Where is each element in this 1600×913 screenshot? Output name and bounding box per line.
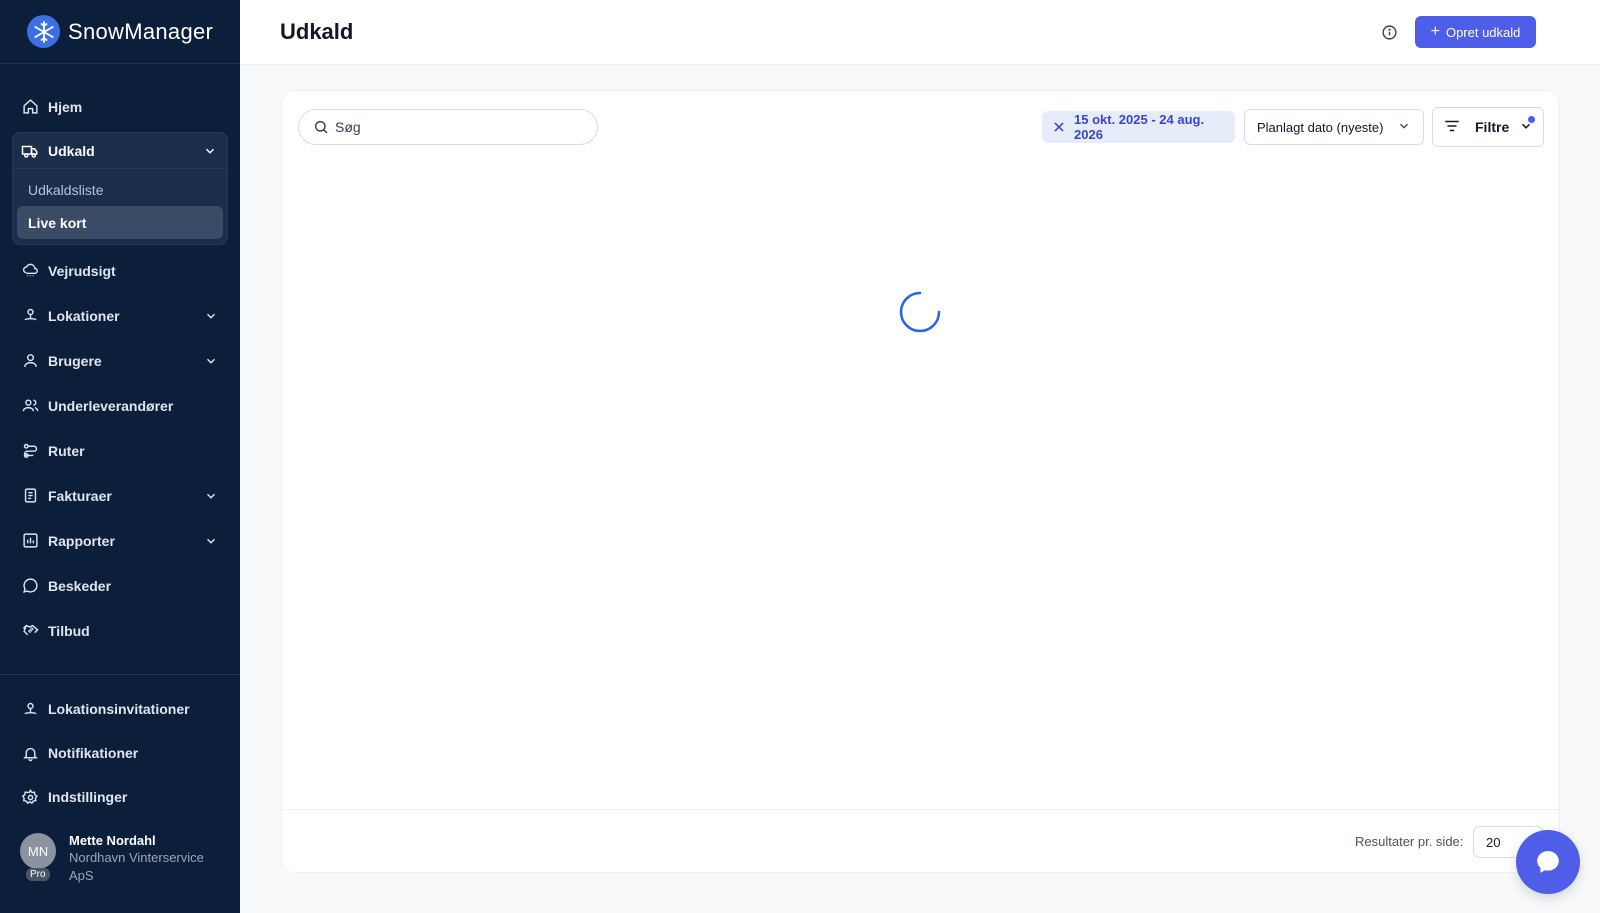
gear-icon (21, 788, 39, 806)
info-button[interactable] (1378, 21, 1400, 43)
brand[interactable]: SnowManager (0, 0, 240, 64)
handshake-icon (21, 622, 39, 640)
sidebar-item-label: Ruter (48, 442, 85, 459)
sidebar-item-fakturaer[interactable]: Fakturaer (0, 473, 240, 518)
chat-bubble-icon (1537, 851, 1559, 873)
sidebar-item-label: Notifikationer (48, 745, 139, 761)
location-pin-icon (21, 307, 39, 325)
info-icon (1381, 24, 1397, 40)
topbar: Udkald + Opret udkald (240, 0, 1600, 65)
create-callout-label: Opret udkald (1445, 24, 1521, 40)
sidebar-item-label: Vejrudsigt (48, 262, 116, 279)
sidebar-item-tilbud[interactable]: Tilbud (0, 608, 240, 653)
user-profile[interactable]: MN Pro Mette Nordahl Nordhavn Vinterserv… (20, 833, 219, 885)
snowflake-icon (27, 15, 60, 48)
chevron-up-icon (203, 144, 217, 158)
pagination-footer: Resultater pr. side: 20 (282, 809, 1559, 873)
chevron-down-icon (204, 534, 218, 548)
filter-lines-icon (1443, 117, 1461, 138)
sidebar-subitem-udkaldsliste[interactable]: Udkaldsliste (17, 173, 223, 206)
invoice-icon (21, 487, 39, 505)
sidebar-item-label: Tilbud (48, 622, 90, 639)
home-icon (21, 98, 39, 116)
chevron-down-icon (204, 489, 218, 503)
chevron-down-icon (204, 309, 218, 323)
plan-badge: Pro (26, 868, 50, 881)
bar-chart-icon (21, 532, 39, 550)
sort-select[interactable]: Planlagt dato (nyeste) (1244, 109, 1424, 145)
chevron-down-icon (1397, 119, 1411, 136)
search-icon (314, 120, 328, 134)
bell-icon (21, 744, 39, 762)
callout-list-card: 15 okt. 2025 - 24 aug. 2026 Planlagt dat… (281, 90, 1560, 873)
sidebar-item-indstillinger[interactable]: Indstillinger (0, 775, 240, 819)
sidebar-item-lokationer[interactable]: Lokationer (0, 293, 240, 338)
sidebar: SnowManager Hjem Udkald Udkaldsliste Liv… (0, 0, 240, 913)
user-company: Nordhavn Vinterservice ApS (69, 850, 204, 883)
sidebar-item-label: Rapporter (48, 532, 115, 549)
results-per-page-value: 20 (1486, 834, 1501, 850)
filter-button[interactable]: Filtre (1432, 107, 1544, 147)
sidebar-item-brugere[interactable]: Brugere (0, 338, 240, 383)
results-per-page-label: Resultater pr. side: (1355, 834, 1464, 849)
loading-spinner-icon (899, 291, 941, 333)
sidebar-item-label: Indstillinger (48, 789, 128, 805)
sidebar-item-label: Beskeder (48, 577, 112, 594)
app-name: SnowManager (68, 18, 214, 44)
sort-label: Planlagt dato (nyeste) (1257, 119, 1384, 135)
sidebar-item-vejrudsigt[interactable]: Vejrudsigt (0, 248, 240, 293)
filter-label: Filtre (1475, 119, 1510, 135)
create-callout-button[interactable]: + Opret udkald (1415, 16, 1536, 48)
chevron-down-icon (204, 354, 218, 368)
plus-icon: + (1430, 23, 1440, 40)
avatar: MN Pro (20, 833, 56, 881)
search-box[interactable] (298, 109, 598, 145)
sidebar-item-hjem[interactable]: Hjem (0, 84, 240, 129)
close-icon[interactable] (1052, 120, 1066, 134)
truck-icon (21, 142, 39, 160)
page-title: Udkald (280, 19, 354, 44)
sidebar-item-label: Underleverandører (48, 397, 174, 414)
sidebar-item-ruter[interactable]: Ruter (0, 428, 240, 473)
sidebar-item-label: Lokationsinvitationer (48, 701, 190, 717)
user-text: Mette Nordahl Nordhavn Vinterservice ApS (69, 833, 219, 885)
chat-launcher-button[interactable] (1516, 830, 1580, 894)
location-pin-icon (21, 700, 39, 718)
sidebar-item-udkald[interactable]: Udkald (13, 133, 227, 169)
route-icon (21, 442, 39, 460)
sidebar-item-lokationsinvitationer[interactable]: Lokationsinvitationer (0, 687, 240, 731)
sidebar-item-label: Fakturaer (48, 487, 112, 504)
sidebar-item-label: Hjem (48, 98, 83, 115)
sidebar-item-label: Lokationer (48, 307, 120, 324)
cloud-icon (21, 262, 39, 280)
sidebar-divider (0, 674, 240, 675)
users-icon (21, 397, 39, 415)
main-nav: Hjem Udkald Udkaldsliste Live kort Vejru… (0, 84, 240, 653)
sidebar-item-beskeder[interactable]: Beskeder (0, 563, 240, 608)
sidebar-item-underleverandorer[interactable]: Underleverandører (0, 383, 240, 428)
sidebar-item-notifikationer[interactable]: Notifikationer (0, 731, 240, 775)
sidebar-item-label: Brugere (48, 352, 102, 369)
sidebar-group-udkald: Udkald Udkaldsliste Live kort (12, 132, 228, 245)
user-icon (21, 352, 39, 370)
user-name: Mette Nordahl (69, 833, 156, 848)
sidebar-item-rapporter[interactable]: Rapporter (0, 518, 240, 563)
chat-bubble-icon (21, 577, 39, 595)
avatar-initials: MN (27, 843, 49, 859)
sidebar-item-label: Udkald (48, 142, 95, 159)
active-filter-dot (1528, 116, 1535, 123)
search-input[interactable] (335, 119, 575, 135)
date-range-label: 15 okt. 2025 - 24 aug. 2026 (1074, 112, 1205, 142)
date-range-filter-chip[interactable]: 15 okt. 2025 - 24 aug. 2026 (1042, 111, 1235, 143)
secondary-nav: Lokationsinvitationer Notifikationer Ind… (0, 687, 240, 819)
sidebar-subitem-live-kort[interactable]: Live kort (17, 206, 223, 239)
